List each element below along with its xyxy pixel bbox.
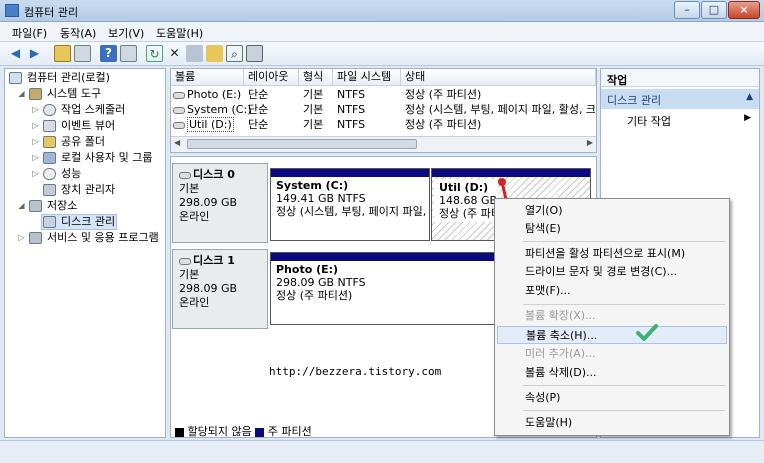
performance-icon [43,168,56,180]
submenu-arrow-icon: ▶ [744,113,751,123]
collapse-up-icon[interactable]: ▲ [746,92,753,102]
users-icon [43,152,56,164]
scroll-left-icon[interactable]: ◀ [174,138,180,147]
disk-1-label[interactable]: 디스크 1 기본 298.09 GB 온라인 [172,249,268,329]
menu-item-help[interactable]: 도움말(H) [497,414,727,432]
computer-icon [9,72,22,84]
help-icon[interactable]: ? [100,45,117,62]
actions-header: 작업 [601,69,759,87]
column-header-layout[interactable]: 레이아웃 [244,69,299,86]
disk-settings-icon[interactable] [246,45,263,62]
column-header-volume[interactable]: 볼륨 [171,69,244,86]
tree-item-disk-management[interactable]: 디스크 관리 [41,214,117,230]
tools-icon [29,88,42,100]
horizontal-scrollbar[interactable]: ◀ ▶ [171,136,596,152]
collapse-icon[interactable]: ◢ [17,86,26,102]
disk-icon [179,171,191,179]
menu-item-shrink-volume[interactable]: 볼륨 축소(H)... [497,326,727,344]
expand-icon[interactable]: ▷ [17,230,26,246]
computer-management-icon [5,4,19,17]
menu-separator [523,241,725,242]
back-icon[interactable]: ◀ [7,45,24,62]
menu-item-add-mirror[interactable]: 미러 추가(A)... [497,345,727,363]
menu-view[interactable]: 보기(V) [108,25,144,41]
menu-item-extend-volume[interactable]: 볼륨 확장(X)... [497,307,727,325]
forward-icon[interactable]: ▶ [26,45,43,62]
disk-icon [179,257,191,265]
close-button[interactable]: × [728,1,760,19]
show-hide-tree-icon[interactable] [74,45,91,62]
menu-separator [523,304,725,305]
minimize-button[interactable]: – [674,1,700,19]
navigation-tree: 컴퓨터 관리(로컬) ◢ 시스템 도구 ▷ 작업 스케줄러 ▷ 이벤트 뷰어 ▷… [4,68,166,438]
menu-file[interactable]: 파일(F) [12,25,47,41]
disk-management-icon [43,216,56,228]
window-title: 컴퓨터 관리 [24,6,79,19]
column-header-filesystem[interactable]: 파일 시스템 [333,69,401,86]
partition-system-c[interactable]: System (C:) 149.41 GB NTFS 정상 (시스템, 부팅, … [270,168,430,241]
show-action-pane-icon[interactable] [120,45,137,62]
scroll-right-icon[interactable]: ▶ [587,138,593,147]
column-header-status[interactable]: 상태 [401,69,596,86]
expand-icon[interactable]: ▷ [31,134,40,150]
primary-partition-swatch [255,427,265,437]
column-header-type[interactable]: 형식 [299,69,333,86]
menu-help[interactable]: 도움말(H) [156,25,203,41]
menu-item-mark-active[interactable]: 파티션을 활성 파티션으로 표시(M) [497,245,727,263]
expand-icon[interactable]: ▷ [31,118,40,134]
expand-icon[interactable]: ▷ [31,150,40,166]
drive-icon [173,121,185,129]
status-bar [0,440,764,463]
menu-bar: 파일(F) 동작(A) 보기(V) 도움말(H) [0,22,764,42]
maximize-button[interactable]: □ [701,1,727,19]
menu-item-properties[interactable]: 속성(P) [497,389,727,407]
more-actions-item[interactable]: 기타 작업 ▶ [601,111,759,129]
drive-icon [173,91,185,99]
expand-icon[interactable]: ▷ [31,166,40,182]
storage-icon [29,200,42,212]
checkmark-icon [636,324,658,341]
menu-item-open[interactable]: 열기(O) [497,202,727,220]
menu-item-format[interactable]: 포맷(F)... [497,282,727,300]
title-bar: 컴퓨터 관리 – □ × [0,0,764,22]
context-menu: 열기(O) 탐색(E) 파티션을 활성 파티션으로 표시(M) 드라이브 문자 … [494,198,730,436]
device-manager-icon [43,184,56,196]
table-row[interactable]: Util (D:) 단순 기본 NTFS 정상 (주 파티션) [171,117,596,132]
menu-separator [523,385,725,386]
menu-item-change-drive-letter[interactable]: 드라이브 문자 및 경로 변경(C)... [497,263,727,281]
search-icon[interactable]: ⌕ [226,45,243,62]
menu-item-explore[interactable]: 탐색(E) [497,220,727,238]
properties-icon[interactable] [186,45,203,62]
unallocated-swatch [175,427,184,437]
menu-separator [523,410,725,411]
actions-section-disk-management[interactable]: 디스크 관리 ▲ [601,89,759,109]
table-row[interactable]: System (C:) 단순 기본 NTFS 정상 (시스템, 부팅, 페이지 … [171,102,596,117]
event-viewer-icon [43,120,56,132]
shared-folder-icon [43,136,56,148]
watermark: http://bezzera.tistory.com [269,365,442,378]
refresh-icon[interactable]: ↻ [146,45,163,62]
drive-icon [173,106,185,114]
open-folder-icon[interactable] [206,45,223,62]
disk-0-label[interactable]: 디스크 0 기본 298.09 GB 온라인 [172,163,268,243]
up-folder-icon[interactable] [54,45,71,62]
clock-icon [43,104,56,116]
delete-icon[interactable]: ✕ [166,45,183,62]
services-icon [29,232,42,244]
menu-item-delete-volume[interactable]: 볼륨 삭제(D)... [497,364,727,382]
table-row[interactable]: Photo (E:) 단순 기본 NTFS 정상 (주 파티션) [171,87,596,102]
expand-icon[interactable]: ▷ [31,102,40,118]
scrollbar-thumb[interactable] [187,139,417,149]
collapse-icon[interactable]: ◢ [17,198,26,214]
toolbar: ◀ ▶ ? ↻ ✕ ⌕ [0,42,764,66]
legend: 할당되지 않음 주 파티션 [175,423,312,439]
menu-action[interactable]: 동작(A) [60,25,96,41]
